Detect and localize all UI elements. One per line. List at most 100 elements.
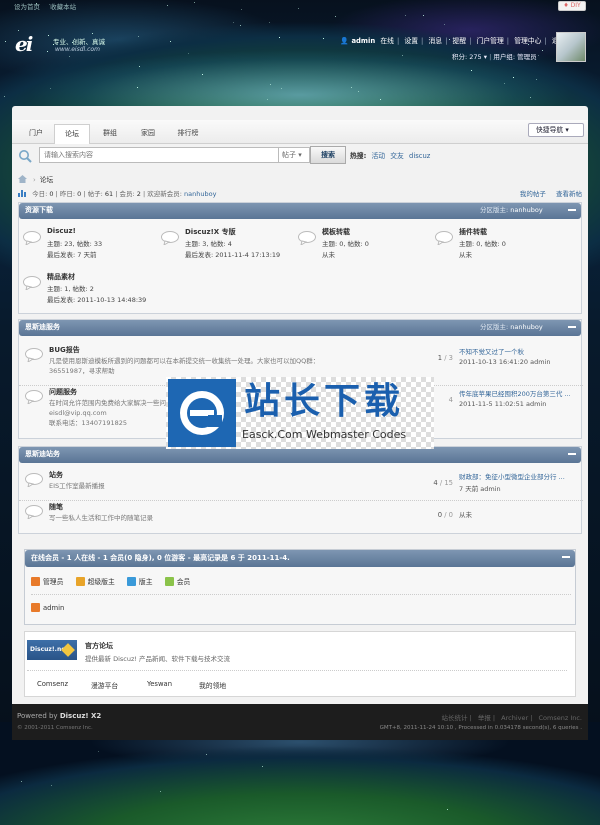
category-title[interactable]: 恩斯迪站务: [25, 450, 60, 458]
forum-bubble-icon: [25, 390, 43, 404]
star: [98, 750, 100, 752]
star: [269, 22, 271, 24]
watermark-logo-icon: [168, 379, 236, 447]
forum-cell[interactable]: Discuz!X 专版 主题: 3, 帖数: 4 最后发表: 2011-11-4…: [161, 227, 295, 267]
nav-portal[interactable]: 门户: [18, 124, 54, 144]
online-header[interactable]: 在线会员 - 1 人在线 - 1 会员(0 隐身), 0 位游客 - 最高记录是…: [25, 550, 575, 567]
star: [422, 15, 424, 17]
nav-ranking[interactable]: 排行榜: [170, 124, 206, 144]
discuz-logo-text: Discuz!.net: [30, 646, 69, 653]
search-type-select[interactable]: 帖子 ▾: [278, 147, 310, 163]
forum-name[interactable]: BUG报告: [49, 345, 80, 355]
category-header[interactable]: 资源下载 分区版主: nanhuboy: [19, 203, 581, 219]
breadcrumb-current[interactable]: 论坛: [40, 176, 54, 184]
nav-forum[interactable]: 论坛: [54, 124, 90, 144]
forum-name[interactable]: 模板转载: [322, 227, 350, 237]
collapse-icon[interactable]: [562, 556, 570, 558]
moderator-link[interactable]: nanhuboy: [510, 323, 542, 331]
collapse-icon[interactable]: [568, 209, 576, 211]
forum-counts: 主题: 1, 帖数: 2: [47, 285, 94, 293]
site-logo[interactable]: ei 专业、创新、真诚 www.eisdl.com: [15, 32, 110, 58]
forum-cell[interactable]: 插件转载 主题: 0, 帖数: 0 从未: [435, 227, 569, 267]
avatar[interactable]: [556, 32, 586, 62]
official-forum-link[interactable]: 官方论坛: [85, 641, 113, 651]
hot-term-activity[interactable]: 活动: [371, 152, 385, 160]
online-status[interactable]: 在线: [380, 37, 394, 45]
forum-bubble-icon: [25, 473, 43, 487]
quick-nav-button[interactable]: 快捷导航 ▾: [528, 123, 584, 137]
forum-cell[interactable]: Discuz! 主题: 23, 帖数: 33 最后发表: 7 天前: [23, 227, 157, 267]
settings-link[interactable]: 设置: [404, 37, 418, 45]
forum-count: 1 / 3: [437, 354, 453, 362]
forum-name[interactable]: 精品素材: [47, 272, 75, 282]
last-post-title[interactable]: 财政部：免征小型微型企业部分行 ...: [459, 471, 565, 481]
star: [160, 791, 162, 793]
forum-row[interactable]: 站务 EIS工作室最新播报 4 / 15 财政部：免征小型微型企业部分行 ...…: [19, 469, 583, 501]
forum-cell[interactable]: 模板转载 主题: 0, 帖数: 0 从未: [298, 227, 432, 267]
username-link[interactable]: admin: [351, 37, 375, 45]
footer-link-stats[interactable]: 站长统计: [442, 714, 468, 722]
new-member-link[interactable]: nanhuboy: [184, 190, 216, 198]
last-post-title[interactable]: 不知不觉又过了一个秋: [459, 346, 524, 356]
forum-name[interactable]: Discuz!X 专版: [185, 227, 236, 237]
product-link[interactable]: Discuz! X2: [60, 712, 101, 720]
forum-last-post: 最后发表: 2011-10-13 14:48:39: [47, 296, 147, 304]
my-posts-link[interactable]: 我的帖子: [520, 190, 546, 198]
link-my-domain[interactable]: 我的领地: [199, 680, 226, 690]
collapse-icon[interactable]: [568, 326, 576, 328]
discuz-logo-link[interactable]: Discuz!.net: [27, 640, 77, 660]
link-comsenz[interactable]: Comsenz: [37, 680, 68, 688]
search-input[interactable]: [39, 147, 279, 163]
forum-name[interactable]: 随笔: [49, 502, 63, 512]
moderator-link[interactable]: nanhuboy: [510, 206, 542, 214]
portal-admin-link[interactable]: 门户管理: [477, 37, 504, 45]
user-group-link[interactable]: 用户组: 管理员: [493, 53, 536, 61]
category-header[interactable]: 恩斯迪服务 分区版主: nanhuboy: [19, 320, 581, 336]
credits-link[interactable]: 积分: 275: [452, 53, 482, 61]
forum-name[interactable]: 站务: [49, 470, 63, 480]
link-manyou[interactable]: 漫游平台: [91, 680, 118, 690]
star: [335, 15, 337, 17]
forum-cell[interactable]: 精品素材 主题: 1, 帖数: 2 最后发表: 2011-10-13 14:48…: [23, 272, 157, 312]
nav-groups[interactable]: 群组: [92, 124, 128, 144]
footer-link-report[interactable]: 举报: [478, 714, 491, 722]
last-post-meta: 2011-11-5 11:02:51 admin: [459, 400, 547, 408]
category-title[interactable]: 恩斯迪服务: [25, 323, 60, 331]
link-yeswan[interactable]: Yeswan: [147, 680, 172, 688]
hot-term-discuz[interactable]: discuz: [409, 152, 430, 160]
star: [4, 95, 6, 97]
diy-button[interactable]: ♦ DIY: [558, 1, 586, 11]
star: [322, 37, 324, 39]
new-posts-link[interactable]: 查看新帖: [556, 190, 582, 198]
forum-name[interactable]: Discuz!: [47, 227, 76, 235]
notifications-link[interactable]: 提醒: [453, 37, 467, 45]
admin-center-link[interactable]: 管理中心: [514, 37, 541, 45]
online-user-link[interactable]: admin: [43, 604, 64, 612]
super-moderator-user-icon: [75, 577, 85, 586]
breadcrumb-separator: ›: [33, 176, 36, 184]
star: [504, 83, 506, 85]
star: [351, 87, 353, 89]
hot-term-friends[interactable]: 交友: [390, 152, 404, 160]
forum-row[interactable]: 随笔 写一些私人生活和工作中的随笔记录 0 / 0 从未: [19, 501, 583, 533]
last-post-title[interactable]: 传年底苹果已经囤积200万台第三代 ...: [459, 388, 571, 398]
home-icon[interactable]: [18, 175, 27, 183]
collapse-icon[interactable]: [568, 453, 576, 455]
bookmark-link[interactable]: 收藏本站: [50, 3, 76, 11]
category-title[interactable]: 资源下载: [25, 206, 53, 214]
forum-counts: 主题: 0, 帖数: 0: [459, 240, 506, 248]
category-header[interactable]: 恩斯迪站务: [19, 447, 581, 463]
star: [205, 754, 207, 756]
star: [5, 41, 7, 43]
messages-link[interactable]: 消息: [428, 37, 442, 45]
forum-name[interactable]: 问题服务: [49, 387, 77, 397]
stat-posts: 61: [104, 190, 114, 198]
logo-url: www.eisdl.com: [55, 46, 100, 53]
nav-home[interactable]: 家园: [130, 124, 166, 144]
footer-link-comsenz[interactable]: Comsenz Inc.: [538, 714, 582, 722]
admin-user-icon: [31, 603, 40, 612]
forum-name[interactable]: 插件转载: [459, 227, 487, 237]
search-button[interactable]: 搜索: [310, 146, 346, 164]
set-homepage-link[interactable]: 设为首页: [14, 3, 40, 11]
footer-link-archiver[interactable]: Archiver: [501, 714, 528, 722]
